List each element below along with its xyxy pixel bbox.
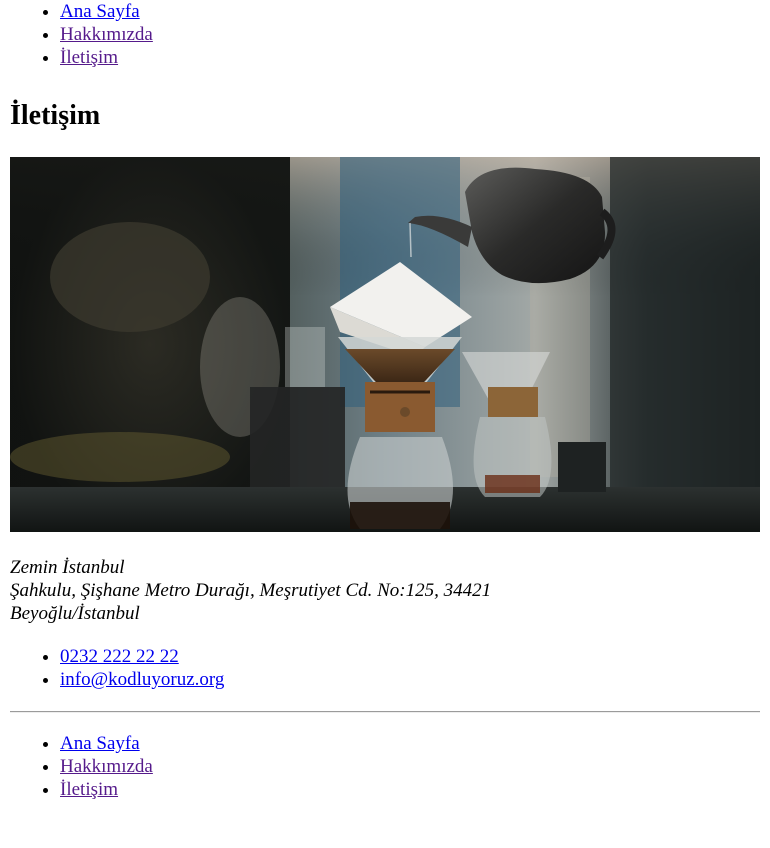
nav-link-about[interactable]: Hakkımızda (60, 24, 153, 45)
page-title: İletişim (10, 100, 101, 131)
nav-link-contact[interactable]: İletişim (60, 47, 118, 68)
footer-nav-link-home[interactable]: Ana Sayfa (60, 733, 140, 754)
address-line-1: Zemin İstanbul (10, 557, 125, 578)
footer-nav-item-contact: İletişim (60, 778, 760, 801)
footer-nav-item-about: Hakkımızda (60, 755, 760, 778)
contact-item-phone: 0232 222 22 22 (60, 645, 760, 668)
footer-nav-item-home: Ana Sayfa (60, 732, 760, 755)
divider (10, 711, 760, 713)
nav-item-contact: İletişim (60, 46, 760, 69)
nav-item-home: Ana Sayfa (60, 0, 760, 23)
contact-item-email: info@kodluyoruz.org (60, 668, 760, 691)
footer-nav-link-about[interactable]: Hakkımızda (60, 756, 153, 777)
footer-nav-link-contact[interactable]: İletişim (60, 779, 118, 800)
address: Zemin İstanbul Şahkulu, Şişhane Metro Du… (10, 556, 760, 625)
hero-image (10, 157, 760, 532)
phone-link[interactable]: 0232 222 22 22 (60, 646, 179, 667)
nav-item-about: Hakkımızda (60, 23, 760, 46)
top-nav: Ana Sayfa Hakkımızda İletişim (10, 0, 760, 69)
nav-link-home[interactable]: Ana Sayfa (60, 1, 140, 22)
address-line-3: Beyoğlu/İstanbul (10, 603, 140, 624)
page: Ana Sayfa Hakkımızda İletişim İletişim (0, 0, 770, 801)
address-line-2: Şahkulu, Şişhane Metro Durağı, Meşrutiye… (10, 580, 492, 601)
footer-nav: Ana Sayfa Hakkımızda İletişim (10, 732, 760, 801)
contact-list: 0232 222 22 22 info@kodluyoruz.org (10, 645, 760, 691)
email-link[interactable]: info@kodluyoruz.org (60, 669, 224, 690)
